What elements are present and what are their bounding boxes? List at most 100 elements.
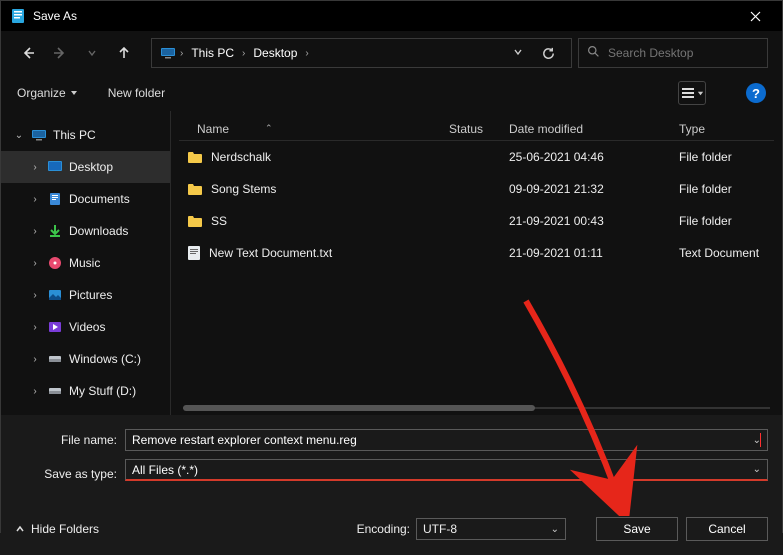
breadcrumb-desktop[interactable]: Desktop	[249, 46, 301, 60]
up-button[interactable]	[111, 40, 137, 66]
file-row[interactable]: Nerdschalk 25-06-2021 04:46 File folder	[179, 141, 774, 173]
sidebar-item-label: Windows (C:)	[69, 352, 141, 366]
breadcrumb[interactable]: › This PC › Desktop ›	[151, 38, 572, 68]
search-box[interactable]	[578, 38, 768, 68]
text-file-icon	[187, 245, 201, 261]
back-button[interactable]	[15, 40, 41, 66]
hide-folders-button[interactable]: Hide Folders	[15, 522, 99, 536]
sidebar-item-label: This PC	[53, 128, 96, 142]
filename-input-wrapper[interactable]: ⌄	[125, 429, 768, 451]
save-button[interactable]: Save	[596, 517, 678, 541]
cancel-button[interactable]: Cancel	[686, 517, 768, 541]
filename-input[interactable]	[132, 433, 759, 447]
pc-icon	[160, 45, 176, 61]
file-row[interactable]: Song Stems 09-09-2021 21:32 File folder	[179, 173, 774, 205]
pictures-icon	[47, 287, 63, 303]
refresh-button[interactable]	[533, 38, 563, 68]
sidebar-item-windows-c[interactable]: › Windows (C:)	[1, 343, 170, 375]
sidebar-item-mystuff-d[interactable]: › My Stuff (D:)	[1, 375, 170, 407]
breadcrumb-this-pc[interactable]: This PC	[187, 46, 238, 60]
button-row: Hide Folders Encoding: UTF-8 ⌄ Save Canc…	[1, 507, 782, 555]
sidebar-item-label: Desktop	[69, 160, 113, 174]
sidebar: ⌄ This PC › Desktop › Documents › Downlo…	[1, 111, 171, 415]
file-date: 25-06-2021 04:46	[509, 150, 679, 164]
app-icon	[11, 8, 25, 24]
sidebar-item-label: Downloads	[69, 224, 128, 238]
organize-button[interactable]: Organize	[17, 86, 78, 100]
sidebar-item-label: My Stuff (D:)	[69, 384, 136, 398]
music-icon	[47, 255, 63, 271]
file-name: Song Stems	[211, 182, 276, 196]
column-type[interactable]: Type	[679, 122, 774, 136]
column-name[interactable]: Name	[197, 122, 229, 136]
chevron-down-icon	[70, 89, 78, 97]
file-type: File folder	[679, 214, 774, 228]
folder-icon	[187, 214, 203, 228]
horizontal-scrollbar[interactable]	[183, 405, 770, 411]
filename-label: File name:	[15, 433, 125, 447]
column-date[interactable]: Date modified	[509, 122, 679, 136]
chevron-down-icon: ⌄	[13, 130, 25, 141]
search-input[interactable]	[608, 46, 763, 60]
sidebar-item-label: Pictures	[69, 288, 112, 302]
sidebar-item-label: Videos	[69, 320, 105, 334]
savetype-select[interactable]: All Files (*.*) ⌄	[125, 459, 768, 481]
savetype-value: All Files (*.*)	[132, 463, 198, 477]
chevron-down-icon: ⌄	[753, 464, 761, 475]
encoding-value: UTF-8	[423, 522, 457, 536]
savetype-label: Save as type:	[15, 467, 125, 481]
file-name: SS	[211, 214, 227, 228]
chevron-down-icon[interactable]: ⌄	[753, 435, 761, 446]
sidebar-item-pictures[interactable]: › Pictures	[1, 279, 170, 311]
chevron-right-icon: ›	[242, 48, 245, 59]
drive-icon	[47, 351, 63, 367]
file-row[interactable]: New Text Document.txt 21-09-2021 01:11 T…	[179, 237, 774, 269]
file-row[interactable]: SS 21-09-2021 00:43 File folder	[179, 205, 774, 237]
sidebar-item-music[interactable]: › Music	[1, 247, 170, 279]
chevron-right-icon: ›	[29, 290, 41, 301]
chevron-right-icon: ›	[29, 322, 41, 333]
file-list: Name ⌃ Status Date modified Type Nerdsch…	[171, 111, 782, 415]
chevron-down-icon	[697, 90, 704, 97]
chevron-right-icon: ›	[29, 386, 41, 397]
encoding-label: Encoding:	[357, 522, 410, 536]
file-date: 09-09-2021 21:32	[509, 182, 679, 196]
pc-icon	[31, 127, 47, 143]
file-date: 21-09-2021 00:43	[509, 214, 679, 228]
chevron-right-icon: ›	[29, 226, 41, 237]
folder-icon	[187, 150, 203, 164]
sidebar-item-documents[interactable]: › Documents	[1, 183, 170, 215]
toolbar: Organize New folder ?	[1, 75, 782, 111]
recent-dropdown-button[interactable]	[79, 40, 105, 66]
close-button[interactable]	[732, 1, 778, 31]
sidebar-item-this-pc[interactable]: ⌄ This PC	[1, 119, 170, 151]
titlebar: Save As	[1, 1, 782, 31]
forward-button[interactable]	[47, 40, 73, 66]
sidebar-item-desktop[interactable]: › Desktop	[1, 151, 170, 183]
column-headers[interactable]: Name ⌃ Status Date modified Type	[179, 117, 774, 141]
file-type: File folder	[679, 182, 774, 196]
desktop-icon	[47, 159, 63, 175]
search-icon	[587, 45, 600, 61]
breadcrumb-dropdown-button[interactable]	[507, 46, 529, 60]
chevron-right-icon: ›	[29, 354, 41, 365]
column-status[interactable]: Status	[449, 122, 509, 136]
form-area: File name: ⌄ Save as type: All Files (*.…	[1, 415, 782, 507]
sidebar-item-downloads[interactable]: › Downloads	[1, 215, 170, 247]
sort-ascending-icon: ⌃	[265, 123, 273, 134]
folder-icon	[187, 182, 203, 196]
help-button[interactable]: ?	[746, 83, 766, 103]
chevron-right-icon: ›	[29, 162, 41, 173]
sidebar-item-label: Music	[69, 256, 100, 270]
chevron-right-icon: ›	[29, 258, 41, 269]
sidebar-item-videos[interactable]: › Videos	[1, 311, 170, 343]
file-name: New Text Document.txt	[209, 246, 332, 260]
view-options-button[interactable]	[678, 81, 706, 105]
file-type: File folder	[679, 150, 774, 164]
encoding-select[interactable]: UTF-8 ⌄	[416, 518, 566, 540]
chevron-right-icon: ›	[180, 48, 183, 59]
new-folder-button[interactable]: New folder	[108, 86, 165, 100]
chevron-right-icon: ›	[305, 48, 308, 59]
file-date: 21-09-2021 01:11	[509, 246, 679, 260]
window-title: Save As	[33, 9, 732, 23]
